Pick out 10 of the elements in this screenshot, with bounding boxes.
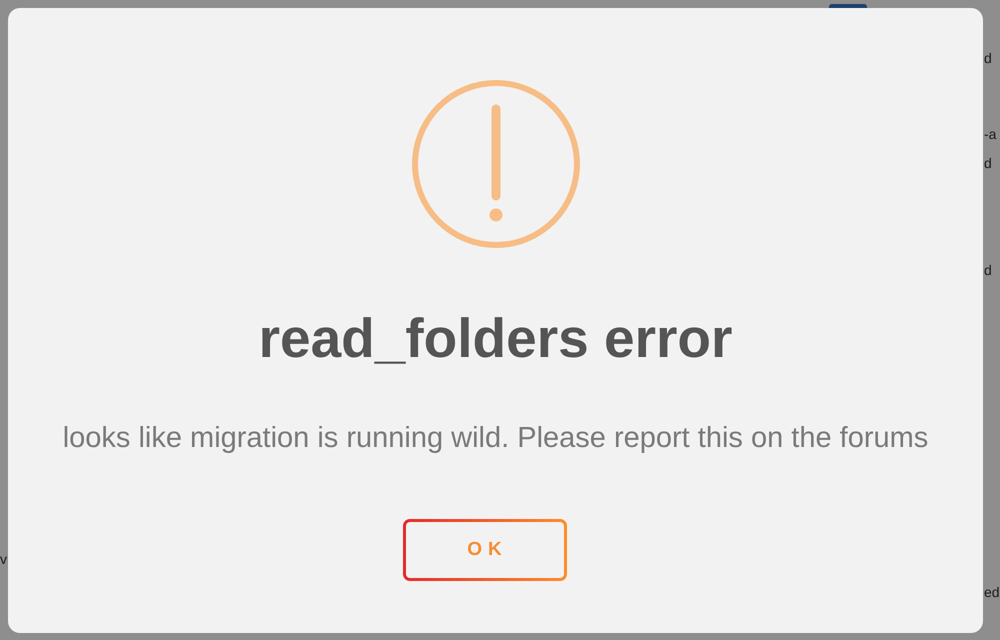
dialog-title: read_folders error [258, 306, 732, 370]
background-text: d [984, 49, 992, 67]
background-text: d [984, 261, 992, 279]
background-text: d [984, 154, 992, 172]
dialog-message: looks like migration is running wild. Please report this on the forums [62, 421, 928, 456]
background-button-edge [829, 4, 867, 8]
background-text: ed [984, 583, 1000, 601]
warning-icon [410, 79, 580, 249]
background-text: -a [984, 125, 996, 143]
background-text: v [0, 550, 7, 568]
